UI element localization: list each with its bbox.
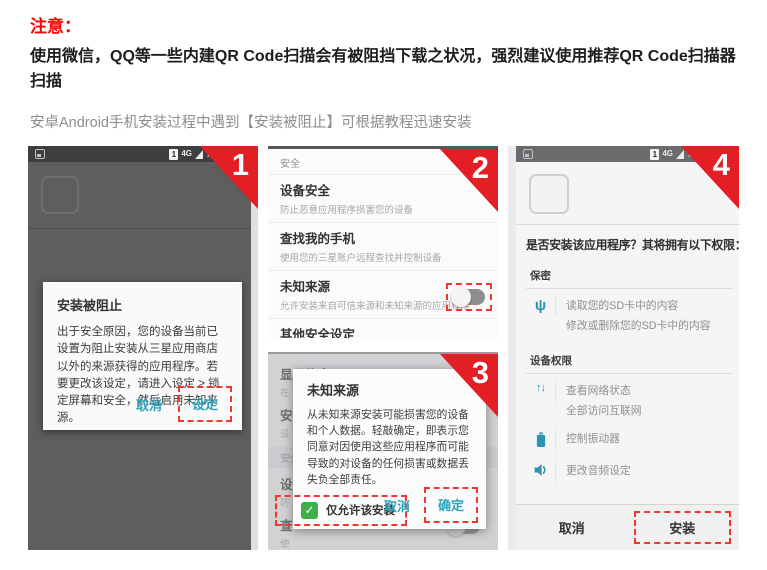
speaker-icon bbox=[533, 463, 549, 477]
highlight-box-settings: 设定 bbox=[178, 386, 232, 422]
screenshot-step1: 1 4G 7 安装被阻止 出于安全原因，您的设备当前已设置为阻止安装从三星应用商… bbox=[28, 146, 258, 550]
notification-badge: 1 bbox=[169, 149, 178, 160]
divider bbox=[28, 228, 251, 229]
toggle-knob bbox=[451, 287, 471, 307]
permission-row-storage: ψ 读取您的SD卡中的内容 修改或删除您的SD卡中的内容 bbox=[526, 297, 733, 333]
dialog-body: 从未知来源安装可能损害您的设备和个人数据。轻敲确定，即表示您同意对因使用这些应用… bbox=[307, 407, 474, 488]
permission-row-audio: 更改音频设定 bbox=[526, 462, 733, 482]
page-header: 注意： 使用微信，QQ等一些内建QR Code扫描会有被阻挡下载之状况，强烈建议… bbox=[30, 12, 746, 132]
install-screen: 1 4G 7 是否安装该应用程序？其将拥有以下权限： 保密 ψ 读取您的SD卡中… bbox=[516, 146, 739, 550]
permission-text: 读取您的SD卡中的内容 bbox=[566, 297, 711, 313]
dialog-title: 未知来源 bbox=[307, 380, 474, 399]
tutorial-page: 注意： 使用微信，QQ等一些内建QR Code扫描会有被阻挡下载之状况，强烈建议… bbox=[0, 0, 767, 570]
item-title: 其他安全设定 bbox=[280, 324, 486, 338]
screenshot-step3: 显示信息 在 安 设 安全 设 防 查 使 未 允许安装来自可信来源和未知来源的… bbox=[268, 352, 498, 550]
vibration-icon bbox=[534, 431, 548, 449]
signal-icon bbox=[195, 150, 203, 159]
step-number-badge: 1 bbox=[200, 146, 258, 209]
allow-once-checkbox[interactable]: ✓ bbox=[301, 502, 318, 519]
permission-row-vibration: 控制振动器 bbox=[526, 430, 733, 450]
check-icon: ✓ bbox=[304, 503, 314, 517]
ok-button[interactable]: 确定 bbox=[438, 495, 464, 514]
highlight-box-ok: 确定 bbox=[424, 487, 478, 523]
section-device-permissions: 设备权限 bbox=[526, 345, 733, 374]
screenshot-step4: 1 4G 7 是否安装该应用程序？其将拥有以下权限： 保密 ψ 读取您的SD卡中… bbox=[508, 146, 739, 550]
cancel-button[interactable]: 取消 bbox=[559, 518, 585, 537]
screenshot-step2: 安全 设备安全 防止恶意应用程序损害您的设备 查找我的手机 使用您的三星账户远程… bbox=[268, 146, 498, 338]
permission-text: 查看网络状态 bbox=[566, 382, 642, 398]
unknown-sources-toggle[interactable] bbox=[453, 289, 485, 305]
install-half: 安装 bbox=[628, 505, 740, 550]
item-title: 查找我的手机 bbox=[280, 228, 486, 247]
cancel-button[interactable]: 取消 bbox=[136, 395, 162, 414]
install-button-bar: 取消 安装 bbox=[516, 504, 739, 550]
app-icon-placeholder bbox=[41, 176, 79, 214]
cancel-half: 取消 bbox=[516, 505, 628, 550]
settings-item-unknown-sources[interactable]: 未知来源 允许安装来自可信来源和未知来源的应用程序 bbox=[268, 270, 498, 318]
warning-text: 使用微信，QQ等一些内建QR Code扫描会有被阻挡下载之状况，强烈建议使用推荐… bbox=[30, 45, 746, 95]
app-icon-placeholder bbox=[529, 174, 569, 214]
item-title: 设备安全 bbox=[280, 180, 486, 199]
install-question-title: 是否安装该应用程序？其将拥有以下权限： bbox=[526, 236, 739, 253]
settings-item-other-security[interactable]: 其他安全设定 更改安全更新和证书存储等其他安全设定 bbox=[268, 318, 498, 338]
network-type-icon: 4G bbox=[662, 150, 673, 158]
item-subtitle: 防止恶意应用程序损害您的设备 bbox=[280, 202, 486, 216]
dialog-buttons: 取消 设定 bbox=[136, 386, 232, 422]
divider bbox=[516, 224, 739, 225]
settings-button[interactable]: 设定 bbox=[192, 394, 218, 413]
dialog-buttons: 取消 确定 bbox=[384, 487, 478, 523]
notice-label: 注意： bbox=[30, 12, 746, 37]
instruction-subtitle: 安卓Android手机安装过程中遇到【安装被阻止】可根据教程迅速安装 bbox=[30, 111, 746, 132]
screenshot-icon bbox=[523, 149, 533, 159]
item-subtitle: 使用您的三星账户远程查找并控制设备 bbox=[280, 250, 486, 264]
network-type-icon: 4G bbox=[181, 150, 192, 158]
step-number: 1 bbox=[232, 147, 249, 183]
permission-text: 全部访问互联网 bbox=[566, 402, 642, 418]
notification-badge: 1 bbox=[650, 149, 659, 160]
install-button[interactable]: 安装 bbox=[669, 518, 695, 537]
step-number: 4 bbox=[713, 147, 730, 183]
screenshot-edge bbox=[508, 146, 516, 550]
install-blocked-dialog: 安装被阻止 出于安全原因，您的设备当前已设置为阻止安装从三星应用商店以外的来源获… bbox=[43, 282, 242, 430]
cancel-button[interactable]: 取消 bbox=[384, 496, 410, 515]
network-arrows-icon: ↑↓ bbox=[536, 383, 545, 402]
screenshot-icon bbox=[35, 149, 45, 159]
step-number: 3 bbox=[472, 355, 489, 391]
unknown-sources-dialog: 未知来源 从未知来源安装可能损害您的设备和个人数据。轻敲确定，即表示您同意对因使… bbox=[293, 369, 486, 529]
usb-storage-icon: ψ bbox=[535, 298, 546, 317]
highlight-box-toggle bbox=[446, 283, 492, 311]
dialog-title: 安装被阻止 bbox=[57, 295, 228, 314]
highlight-box-install: 安装 bbox=[634, 511, 732, 544]
step-number: 2 bbox=[472, 150, 489, 186]
settings-item-find-my-phone[interactable]: 查找我的手机 使用您的三星账户远程查找并控制设备 bbox=[268, 222, 498, 270]
signal-icon bbox=[676, 150, 684, 159]
permission-text: 修改或删除您的SD卡中的内容 bbox=[566, 317, 711, 333]
permission-text: 更改音频设定 bbox=[566, 462, 631, 478]
section-privacy: 保密 bbox=[526, 260, 733, 289]
permission-text: 控制振动器 bbox=[566, 430, 620, 446]
permission-row-network: ↑↓ 查看网络状态 全部访问互联网 bbox=[526, 382, 733, 418]
permissions-list: 保密 ψ 读取您的SD卡中的内容 修改或删除您的SD卡中的内容 设备权限 ↑↓ … bbox=[526, 260, 733, 494]
settings-item-device-security[interactable]: 设备安全 防止恶意应用程序损害您的设备 bbox=[268, 174, 498, 222]
